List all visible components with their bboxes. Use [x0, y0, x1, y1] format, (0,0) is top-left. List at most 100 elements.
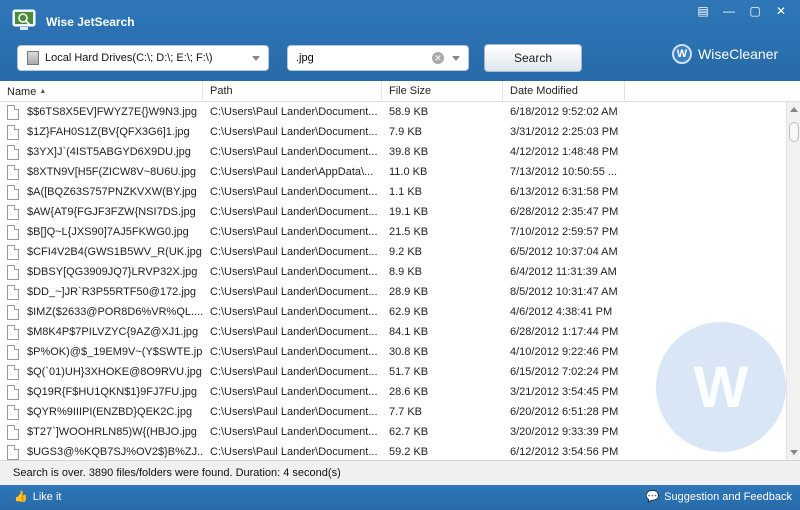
search-button[interactable]: Search — [484, 44, 582, 72]
brand-logo[interactable]: W WiseCleaner — [672, 44, 778, 64]
table-row[interactable]: $Q(`01)UH}3XHOKE@8O9RVU.jpg C:\Users\Paul… — [0, 362, 786, 382]
file-name: $Q19R{F$HU1QKN$1}9FJ7FU.jpg — [27, 386, 197, 398]
table-row[interactable]: $1Z}FAH0S1Z(BV{QFX3G6]1.jpg C:\Users\Paul… — [0, 122, 786, 142]
cell-path: C:\Users\Paul Lander\Document... — [210, 406, 378, 418]
cell-file-size: 30.8 KB — [389, 346, 429, 358]
cell-path: C:\Users\Paul Lander\Document... — [210, 146, 378, 158]
file-icon — [7, 224, 19, 240]
file-icon — [7, 184, 19, 200]
maximize-icon[interactable]: ▢ — [744, 2, 766, 20]
file-icon — [7, 264, 19, 280]
file-name: $A([BQZ63S757PNZKVXW(BY.jpg — [27, 186, 197, 198]
cell-file-size: 84.1 KB — [389, 326, 429, 338]
cell-path: C:\Users\Paul Lander\Document... — [210, 226, 378, 238]
file-name: $$6TS8X5EV]FWYZ7E{}W9N3.jpg — [27, 106, 197, 118]
file-name: $DD_~]JR`R3P55RTF50@172.jpg — [27, 286, 197, 298]
cell-file-size: 21.5 KB — [389, 226, 429, 238]
file-name: $IMZ($2633@POR8D6%VR%QL.... — [27, 306, 203, 318]
thumbs-up-icon: 👍 — [14, 491, 28, 503]
column-header-date-modified[interactable]: Date Modified — [503, 81, 625, 102]
cell-date-modified: 8/5/2012 10:31:47 AM — [510, 286, 618, 298]
table-row[interactable]: $M8K4P$7PILVZYC{9AZ@XJ1.jpg C:\Users\Paul… — [0, 322, 786, 342]
cell-file-size: 28.6 KB — [389, 386, 429, 398]
drive-label: Local Hard Drives(C:\; D:\; E:\; F:\) — [45, 52, 213, 64]
cell-date-modified: 6/28/2012 1:17:44 PM — [510, 326, 619, 338]
file-name: $3YX]J`(4IST5ABGYD6X9DU.jpg — [27, 146, 191, 158]
table-row[interactable]: $B[]Q~L{JXS90]7AJ5FKWG0.jpg C:\Users\Paul… — [0, 222, 786, 242]
cell-path: C:\Users\Paul Lander\Document... — [210, 206, 378, 218]
file-icon — [7, 164, 19, 180]
search-input[interactable] — [296, 52, 432, 64]
chevron-down-icon[interactable] — [452, 55, 460, 61]
file-icon — [7, 244, 19, 260]
status-bar: Search is over. 3890 files/folders were … — [0, 460, 800, 485]
table-row[interactable]: $8XTN9V[H5F(ZICW8V~8U6U.jpg C:\Users\Paul… — [0, 162, 786, 182]
file-name: $QYR%9IIIPI(ENZBD}QEK2C.jpg — [27, 406, 193, 418]
scroll-down-icon[interactable] — [790, 450, 798, 455]
file-icon — [7, 324, 19, 340]
table-row[interactable]: $AW{AT9{FGJF3FZW{NSI7DS.jpg C:\Users\Paul… — [0, 202, 786, 222]
brand-name: WiseCleaner — [698, 46, 779, 62]
scroll-up-icon[interactable] — [790, 107, 798, 112]
cell-file-size: 7.7 KB — [389, 406, 423, 418]
window-controls: ▤ — ▢ ✕ — [692, 2, 792, 20]
cell-path: C:\Users\Paul Lander\Document... — [210, 266, 378, 278]
vertical-scrollbar[interactable] — [786, 102, 800, 460]
hard-drive-icon — [27, 51, 39, 65]
cell-date-modified: 6/13/2012 6:31:58 PM — [510, 186, 619, 198]
clear-icon[interactable]: ✕ — [432, 52, 444, 64]
cell-file-size: 9.2 KB — [389, 246, 423, 258]
table-row[interactable]: $Q19R{F$HU1QKN$1}9FJ7FU.jpg C:\Users\Paul… — [0, 382, 786, 402]
table-row[interactable]: $DBSY[QG3909JQ7}LRVP32X.jpg C:\Users\Paul… — [0, 262, 786, 282]
file-name: $DBSY[QG3909JQ7}LRVP32X.jpg — [27, 266, 198, 278]
cell-name: $3YX]J`(4IST5ABGYD6X9DU.jpg — [0, 144, 203, 160]
table-row[interactable]: $UGS3@%KQB7SJ%OV2$}B%ZJ... C:\Users\Paul … — [0, 442, 786, 460]
sort-ascending-icon: ▲ — [39, 88, 47, 95]
table-row[interactable]: $P%OK)@$_19EM9V~(Y$SWTE.jpg C:\Users\Paul… — [0, 342, 786, 362]
cell-date-modified: 6/12/2012 3:54:56 PM — [510, 446, 619, 458]
column-header-path[interactable]: Path — [203, 81, 382, 102]
cell-date-modified: 4/12/2012 1:48:48 PM — [510, 146, 619, 158]
cell-name: $QYR%9IIIPI(ENZBD}QEK2C.jpg — [0, 404, 203, 420]
cell-path: C:\Users\Paul Lander\Document... — [210, 346, 378, 358]
scroll-thumb[interactable] — [789, 122, 799, 142]
file-name: $8XTN9V[H5F(ZICW8V~8U6U.jpg — [27, 166, 197, 178]
table-row[interactable]: $T27`]WOOHRLN85)W{(HBJO.jpg C:\Users\Paul… — [0, 422, 786, 442]
table-row[interactable]: $QYR%9IIIPI(ENZBD}QEK2C.jpg C:\Users\Paul… — [0, 402, 786, 422]
cell-name: $1Z}FAH0S1Z(BV{QFX3G6]1.jpg — [0, 124, 203, 140]
like-it-link[interactable]: 👍 Like it — [14, 490, 62, 504]
cell-date-modified: 6/4/2012 11:31:39 AM — [510, 266, 617, 278]
cell-name: $T27`]WOOHRLN85)W{(HBJO.jpg — [0, 424, 203, 440]
table-row[interactable]: $$6TS8X5EV]FWYZ7E{}W9N3.jpg C:\Users\Paul… — [0, 102, 786, 122]
file-name: $P%OK)@$_19EM9V~(Y$SWTE.jpg — [27, 346, 203, 358]
results-table: $$6TS8X5EV]FWYZ7E{}W9N3.jpg C:\Users\Paul… — [0, 102, 786, 460]
table-row[interactable]: $CFI4V2B4(GWS1B5WV_R(UK.jpg C:\Users\Paul… — [0, 242, 786, 262]
file-name: $Q(`01)UH}3XHOKE@8O9RVU.jpg — [27, 366, 202, 378]
file-icon — [7, 204, 19, 220]
cell-name: $Q(`01)UH}3XHOKE@8O9RVU.jpg — [0, 364, 203, 380]
table-row[interactable]: $DD_~]JR`R3P55RTF50@172.jpg C:\Users\Paul… — [0, 282, 786, 302]
cell-date-modified: 3/21/2012 3:54:45 PM — [510, 386, 619, 398]
table-row[interactable]: $A([BQZ63S757PNZKVXW(BY.jpg C:\Users\Paul… — [0, 182, 786, 202]
table-row[interactable]: $IMZ($2633@POR8D6%VR%QL.... C:\Users\Paul… — [0, 302, 786, 322]
chevron-down-icon[interactable] — [252, 55, 260, 61]
column-header-file-size[interactable]: File Size — [382, 81, 503, 102]
file-name: $CFI4V2B4(GWS1B5WV_R(UK.jpg — [27, 246, 202, 258]
cell-path: C:\Users\Paul Lander\Document... — [210, 366, 378, 378]
menu-icon[interactable]: ▤ — [692, 2, 714, 20]
cell-file-size: 7.9 KB — [389, 126, 423, 138]
drive-dropdown[interactable]: Local Hard Drives(C:\; D:\; E:\; F:\) — [17, 45, 269, 71]
cell-path: C:\Users\Paul Lander\Document... — [210, 246, 378, 258]
cell-name: $P%OK)@$_19EM9V~(Y$SWTE.jpg — [0, 344, 203, 360]
column-header-name[interactable]: Name ▲ — [0, 81, 203, 102]
feedback-link[interactable]: 💬 Suggestion and Feedback — [645, 490, 792, 504]
cell-file-size: 59.2 KB — [389, 446, 429, 458]
close-icon[interactable]: ✕ — [770, 2, 792, 20]
like-it-label: Like it — [32, 490, 62, 503]
table-row[interactable]: $3YX]J`(4IST5ABGYD6X9DU.jpg C:\Users\Paul… — [0, 142, 786, 162]
file-name: $M8K4P$7PILVZYC{9AZ@XJ1.jpg — [27, 326, 199, 338]
minimize-icon[interactable]: — — [718, 2, 740, 20]
cell-name: $Q19R{F$HU1QKN$1}9FJ7FU.jpg — [0, 384, 203, 400]
feedback-label: Suggestion and Feedback — [664, 490, 792, 503]
file-icon — [7, 424, 19, 440]
